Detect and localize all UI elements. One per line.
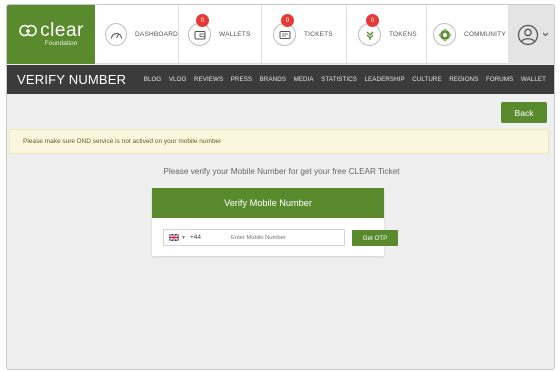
menu-item-wallet[interactable]: WALLET [521,76,546,83]
nav-wallets[interactable]: 0 WALLETS [179,5,262,64]
nav-label: WALLETS [219,31,251,38]
menu-item-reviews[interactable]: REVIEWS [194,76,223,83]
browser-frame: clear Foundation DASHBOARD 0 WALLETS 0 T… [6,4,555,370]
brand-tagline: Foundation [44,40,78,47]
nav-dashboard[interactable]: DASHBOARD [95,5,179,64]
nav-community[interactable]: COMMUNITY [427,5,509,64]
menu-item-press[interactable]: PRESS [231,76,252,83]
profile-menu[interactable] [509,5,554,64]
mobile-number-input[interactable] [230,234,341,241]
community-icon [433,23,456,46]
page-title: VERIFY NUMBER [17,72,127,87]
title-bar: VERIFY NUMBER BLOG VLOG REVIEWS PRESS BR… [7,65,554,94]
wallet-icon: 0 [188,14,211,46]
tickets-badge: 0 [281,14,294,27]
menu-item-culture[interactable]: CULTURE [412,76,441,83]
ticket-icon: 0 [273,14,296,46]
uk-flag-icon[interactable] [169,234,179,241]
menu-item-leadership[interactable]: LEADERSHIP [365,76,405,83]
nav-label: TOKENS [389,31,417,38]
phone-input-group: ▼ +44 [163,229,345,246]
user-icon [517,24,538,45]
tokens-badge: 0 [366,14,379,27]
clear-logo-icon [19,24,37,37]
top-navigation: clear Foundation DASHBOARD 0 WALLETS 0 T… [7,5,554,64]
country-code: +44 [189,234,201,241]
nav-label: TICKETS [304,31,333,38]
verify-mobile-card: Verify Mobile Number ▼ +44 Get OTP [152,188,398,256]
menu-item-brands[interactable]: BRANDS [260,76,286,83]
verify-prompt: Please verify your Mobile Number for get… [163,167,400,176]
menu-item-forums[interactable]: FORUMS [486,76,513,83]
menu-item-vlog[interactable]: VLOG [169,76,187,83]
nav-label: DASHBOARD [135,31,178,38]
brand-name: clear [40,20,84,41]
menu-item-statistics[interactable]: STATISTICS [321,76,357,83]
chevron-down-icon[interactable]: ▼ [181,235,186,241]
secondary-menu: BLOG VLOG REVIEWS PRESS BRANDS MEDIA STA… [136,65,546,94]
speedometer-icon [105,23,128,46]
dnd-notice: Please make sure DND service is not acti… [9,129,549,154]
card-heading: Verify Mobile Number [152,188,384,218]
nav-tokens[interactable]: 0 TOKENS [347,5,427,64]
nav-label: COMMUNITY [464,31,506,38]
chevron-down-icon [542,32,548,37]
back-button[interactable]: Back [501,102,547,123]
menu-item-media[interactable]: MEDIA [294,76,314,83]
menu-item-blog[interactable]: BLOG [144,76,162,83]
get-otp-button[interactable]: Get OTP [352,230,398,246]
tokens-icon: 0 [358,14,381,46]
brand-logo[interactable]: clear Foundation [7,5,95,64]
nav-tickets[interactable]: 0 TICKETS [262,5,347,64]
wallets-badge: 0 [196,14,209,27]
menu-item-regions[interactable]: REGIONS [449,76,478,83]
